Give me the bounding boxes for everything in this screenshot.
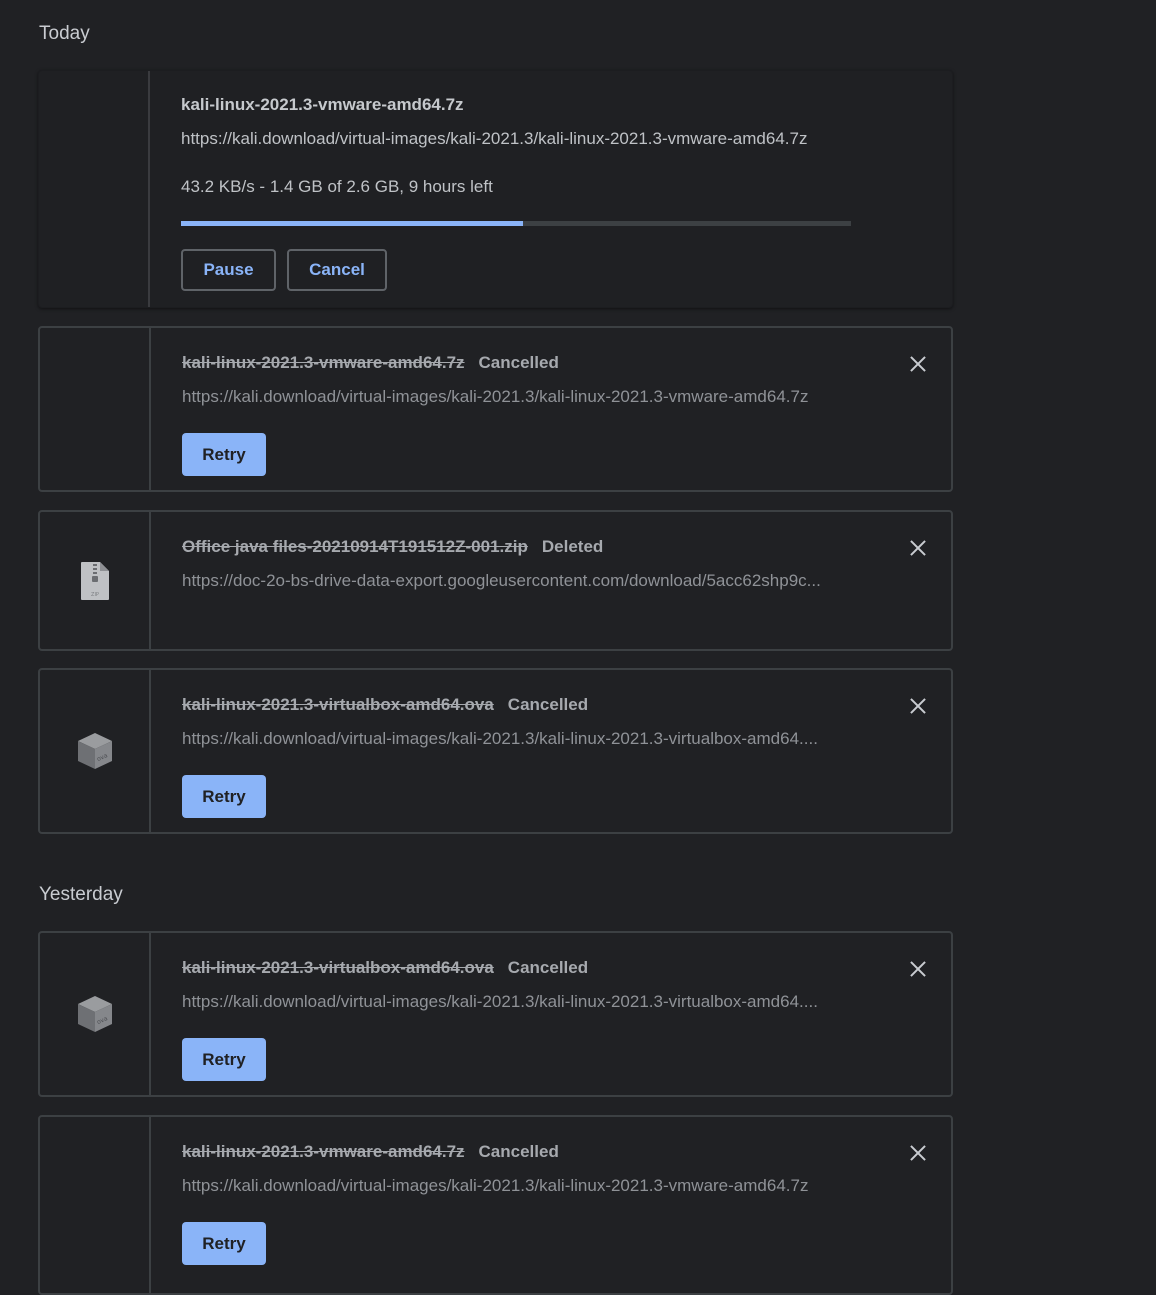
download-item-active: kali-linux-2021.3-vmware-amd64.7z https:… <box>38 70 953 308</box>
download-item: ova kali-linux-2021.3-virtualbox-amd64.o… <box>38 668 953 834</box>
download-item: kali-linux-2021.3-vmware-amd64.7z Cancell… <box>38 1115 953 1295</box>
cancel-button[interactable]: Cancel <box>287 249 387 291</box>
ova-package-icon: ova <box>77 996 112 1032</box>
status-label: Deleted <box>541 537 604 556</box>
download-item: kali-linux-2021.3-vmware-amd64.7z Cancell… <box>38 326 953 492</box>
file-name: Office java files-20210914T191512Z-001.z… <box>182 537 528 556</box>
progress-bar-fill <box>181 221 523 226</box>
status-label: Cancelled <box>507 958 589 977</box>
download-item: ZIP Office java files-20210914T191512Z-0… <box>38 510 953 651</box>
file-name: kali-linux-2021.3-virtualbox-amd64.ova <box>182 695 494 714</box>
svg-text:ZIP: ZIP <box>91 592 99 598</box>
status-label: Cancelled <box>478 1142 559 1161</box>
remove-icon[interactable] <box>909 1144 927 1162</box>
zip-file-icon: ZIP <box>80 561 109 600</box>
download-url[interactable]: https://kali.download/virtual-images/kal… <box>182 992 818 1012</box>
download-url[interactable]: https://kali.download/virtual-images/kal… <box>182 387 808 407</box>
retry-button[interactable]: Retry <box>182 1038 266 1081</box>
download-url[interactable]: https://kali.download/virtual-images/kal… <box>182 1176 808 1196</box>
download-url[interactable]: https://doc-2o-bs-drive-data-export.goog… <box>182 571 821 591</box>
file-name: kali-linux-2021.3-virtualbox-amd64.ova <box>182 958 494 977</box>
download-url[interactable]: https://kali.download/virtual-images/kal… <box>182 729 818 749</box>
file-icon-column: ZIP <box>40 512 151 649</box>
file-name: kali-linux-2021.3-vmware-amd64.7z <box>182 1142 465 1161</box>
file-name: kali-linux-2021.3-vmware-amd64.7z <box>182 353 465 372</box>
file-icon-column: ova <box>40 933 151 1095</box>
section-title-today: Today <box>39 23 90 44</box>
download-item: ova kali-linux-2021.3-virtualbox-amd64.o… <box>38 931 953 1097</box>
retry-button[interactable]: Retry <box>182 433 266 476</box>
remove-icon[interactable] <box>909 960 927 978</box>
retry-button[interactable]: Retry <box>182 775 266 818</box>
progress-status-text: 43.2 KB/s - 1.4 GB of 2.6 GB, 9 hours le… <box>181 177 493 196</box>
file-icon-column <box>40 1117 151 1293</box>
pause-button[interactable]: Pause <box>181 249 276 291</box>
ova-package-icon: ova <box>77 733 112 769</box>
remove-icon[interactable] <box>909 539 927 557</box>
file-name-link[interactable]: kali-linux-2021.3-vmware-amd64.7z <box>181 95 464 114</box>
remove-icon[interactable] <box>909 355 927 373</box>
retry-button[interactable]: Retry <box>182 1222 266 1265</box>
status-label: Cancelled <box>507 695 589 714</box>
remove-icon[interactable] <box>909 697 927 715</box>
status-label: Cancelled <box>478 353 559 372</box>
download-url[interactable]: https://kali.download/virtual-images/kal… <box>181 129 807 149</box>
progress-bar <box>181 221 851 226</box>
file-icon-column: ova <box>40 670 151 832</box>
file-icon-column <box>39 71 150 307</box>
section-title-yesterday: Yesterday <box>39 884 123 905</box>
file-icon-column <box>40 328 151 490</box>
